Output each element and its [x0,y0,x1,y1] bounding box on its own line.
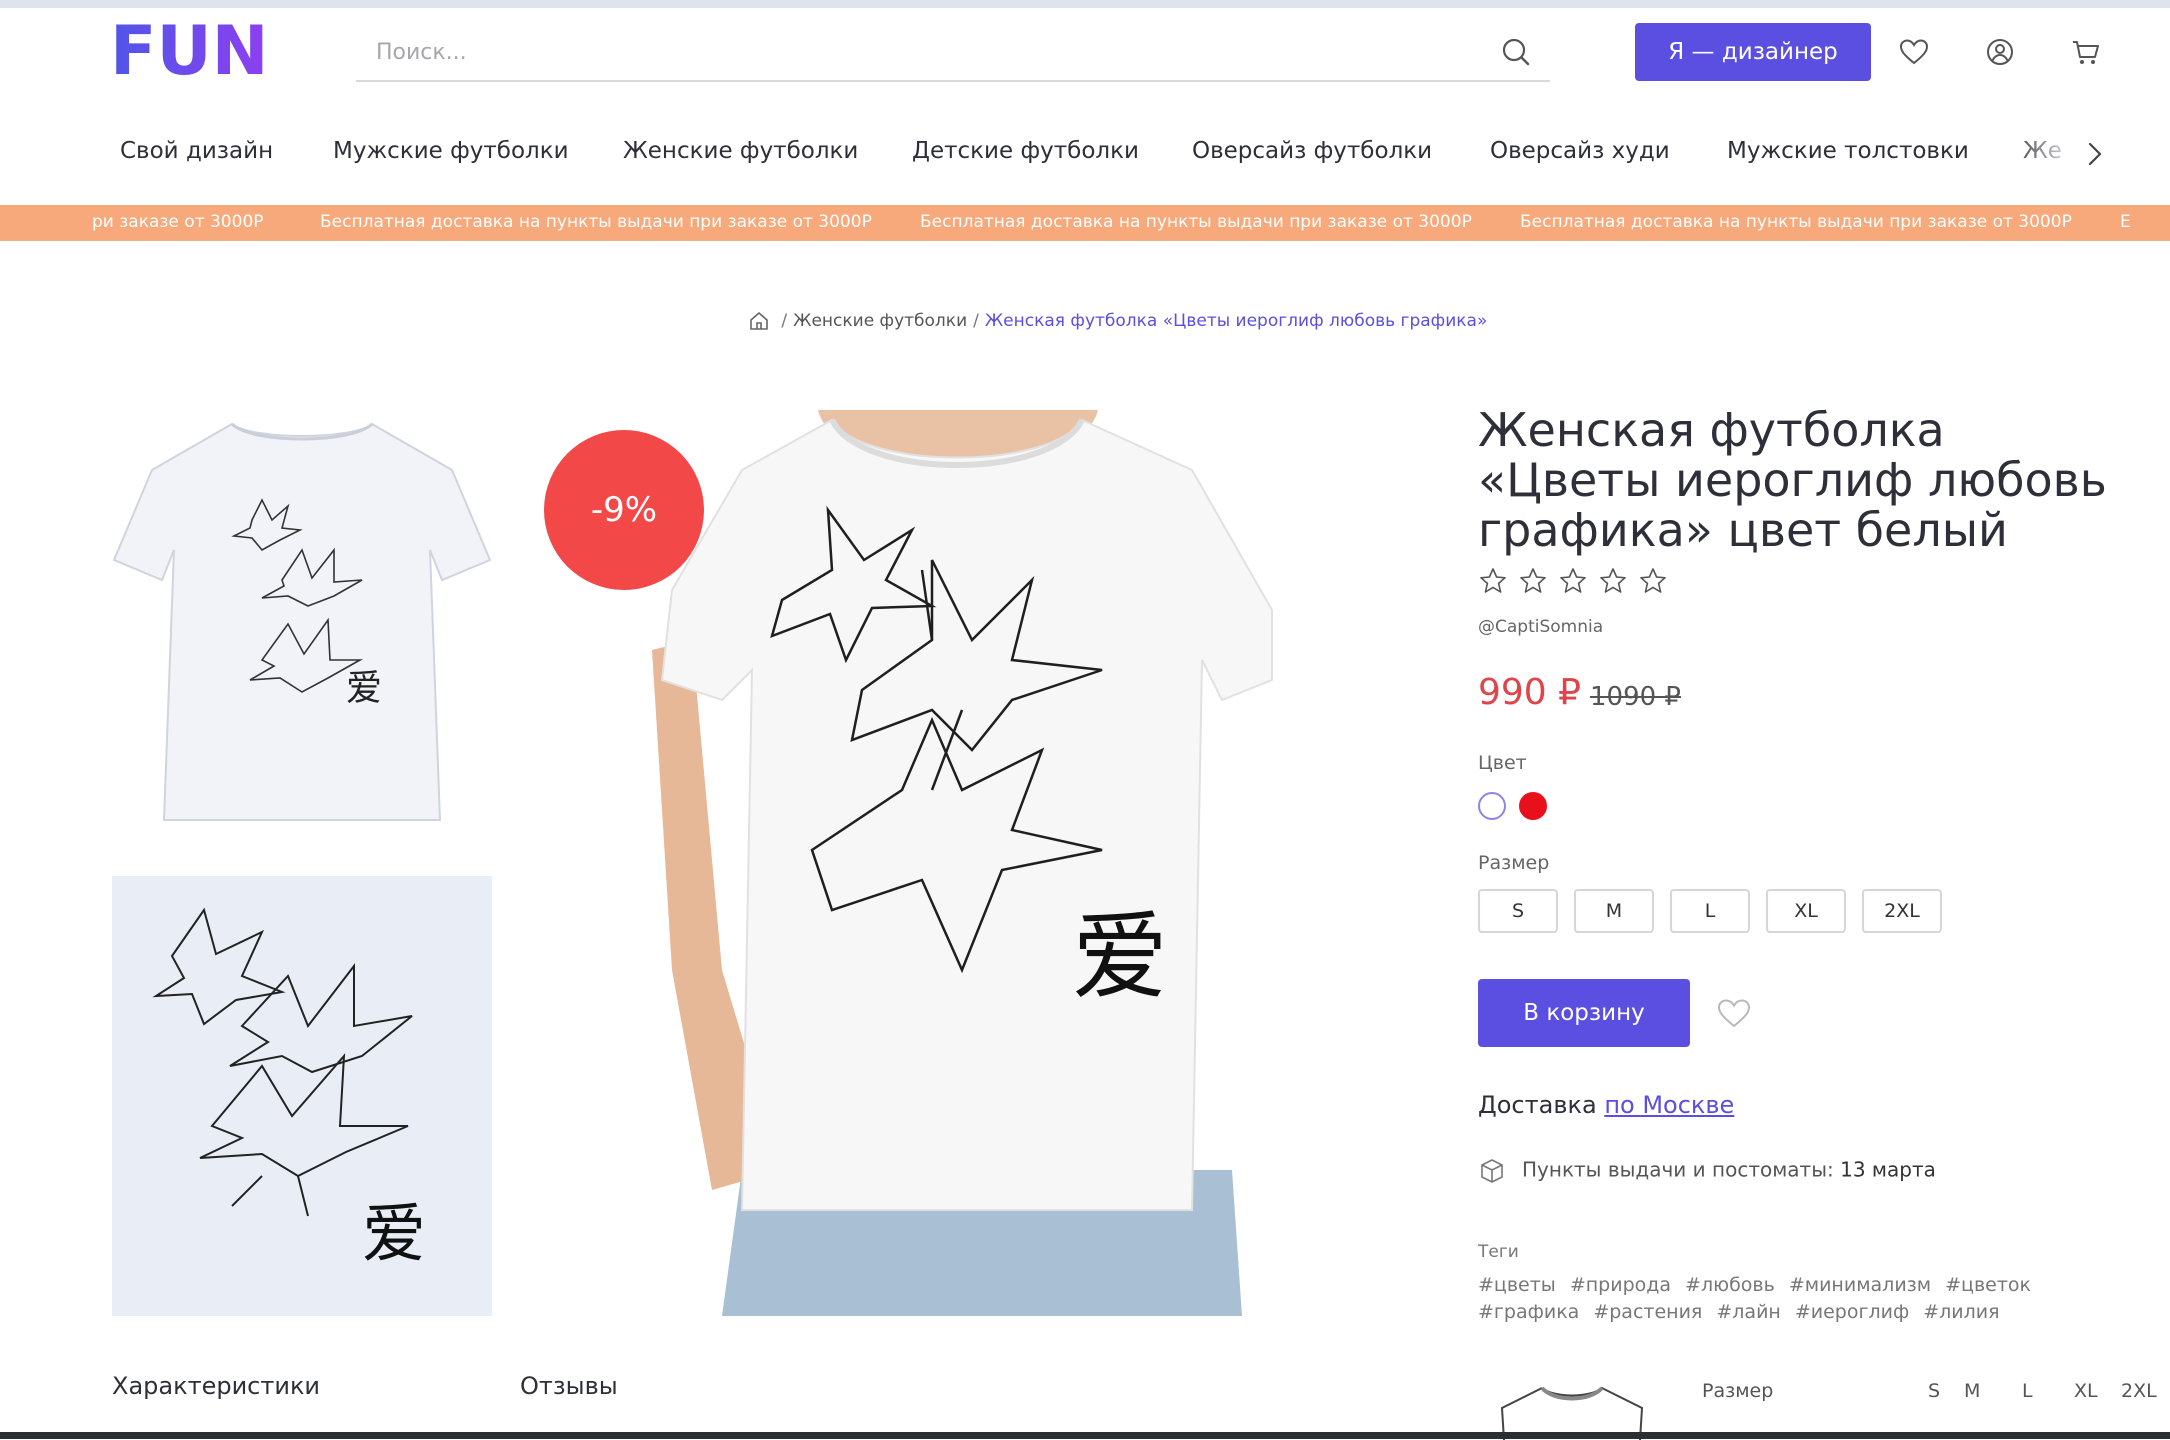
hieroglyph-text: 爱 [346,668,382,709]
pickup-date: 13 марта [1840,1157,1936,1182]
breadcrumb: / Женские футболки / Женская футболка «Цвет… [748,310,1487,340]
chevron-right-icon[interactable] [2076,136,2112,172]
designer-button[interactable]: Я — дизайнер [1635,23,1871,81]
product-title-line: графика» цвет белый [1478,503,2008,557]
size-option-s[interactable]: S [1478,889,1558,933]
discount-badge: -9% [544,430,704,590]
delivery-label: Доставка [1478,1091,1597,1119]
logo[interactable]: FUN [110,20,270,82]
search-bar [356,24,1550,82]
hieroglyph-text: 爱 [362,1198,426,1272]
heart-icon[interactable] [1898,36,1930,68]
price: 990 ₽ [1478,672,1582,713]
size-table-label: Размер [1702,1380,1774,1402]
star-icon[interactable] [1518,566,1548,596]
top-border [0,0,2170,8]
tag-link[interactable]: #графика [1478,1299,1579,1326]
product-title-line: Женская футболка [1478,403,1945,457]
color-swatch-red[interactable] [1519,792,1547,820]
tag-link[interactable]: #лайн [1716,1299,1780,1326]
breadcrumb-current: Женская футболка «Цветы иероглиф любовь … [984,311,1488,331]
tshirt-thumb-image: 爱 [112,422,492,821]
tab-specs[interactable]: Характеристики [112,1372,320,1400]
package-icon [1481,1159,1503,1183]
size-table-col: L [2022,1380,2033,1402]
thumbnail-tshirt[interactable]: 爱 [112,410,492,830]
nav-item-oversize-tshirts[interactable]: Оверсайз футболки [1192,138,1432,164]
hieroglyph-text: 爱 [1072,901,1168,1013]
star-icon[interactable] [1478,566,1508,596]
add-to-cart-button[interactable]: В корзину [1478,979,1690,1047]
size-label: Размер [1478,852,1550,874]
promo-text: Е [2120,212,2131,232]
tag-link[interactable]: #цветы [1478,1272,1556,1299]
size-table-col: 2XL [2121,1380,2157,1402]
tab-reviews[interactable]: Отзывы [520,1372,618,1400]
tag-link[interactable]: #минимализм [1789,1272,1931,1299]
delivery-info: Доставка по Москве [1478,1091,1734,1119]
color-swatch-white[interactable] [1478,792,1506,820]
nav-item-womens-tshirts[interactable]: Женские футболки [623,138,858,164]
cart-icon[interactable] [2070,36,2102,68]
nav-item-mens-tshirts[interactable]: Мужские футболки [333,138,569,164]
product-title-line: «Цветы иероглиф любовь [1478,453,2107,507]
size-option-2xl[interactable]: 2XL [1862,889,1942,933]
size-table-col: S [1928,1380,1941,1402]
color-label: Цвет [1478,752,1527,774]
tag-link[interactable]: #цветок [1945,1272,2031,1299]
search-icon[interactable] [1500,36,1532,68]
user-icon[interactable] [1984,36,2016,68]
main-product-image[interactable]: 爱 [632,410,1312,1316]
home-icon[interactable] [748,310,770,332]
nav-item-own-design[interactable]: Свой дизайн [120,138,273,164]
tags-list: #цветы #природа #любовь #минимализм #цветок#… [1478,1272,2078,1326]
print-thumb-image: 爱 [152,907,426,1272]
main-photo: 爱 [632,410,1312,1316]
product-title: Женская футболка «Цветы иероглиф любовь … [1478,405,2118,555]
tag-link[interactable]: #иероглиф [1795,1299,1909,1326]
designer-author[interactable]: @CaptiSomnia [1478,617,1603,637]
pickup-info: Пункты выдачи и постоматы: 13 марта [1478,1157,1936,1185]
old-price: 1090 ₽ [1590,682,1681,712]
tshirt-outline-icon [1500,1386,1644,1440]
promo-text: Бесплатная доставка на пункты выдачи при… [320,212,872,232]
nav-item-oversize-hoodies[interactable]: Оверсайз худи [1490,138,1670,164]
promo-banner: ри заказе от 3000Р Бесплатная доставка н… [0,205,2170,241]
search-input[interactable] [374,32,1478,72]
size-option-m[interactable]: M [1574,889,1654,933]
logo-text: FUN [110,20,269,82]
heart-icon[interactable] [1716,996,1752,1030]
category-nav: Свой дизайн Мужские футболки Женские фут… [0,130,2170,180]
promo-text: Бесплатная доставка на пункты выдачи при… [1520,212,2072,232]
tag-link[interactable]: #любовь [1685,1272,1775,1299]
window-bottom-edge [0,1432,2170,1439]
size-option-l[interactable]: L [1670,889,1750,933]
star-icon[interactable] [1638,566,1668,596]
tag-link[interactable]: #лилия [1923,1299,1999,1326]
star-icon[interactable] [1598,566,1628,596]
breadcrumb-category[interactable]: Женские футболки [793,311,967,331]
star-icon[interactable] [1558,566,1588,596]
tag-link[interactable]: #растения [1593,1299,1702,1326]
nav-item-mens-sweatshirts[interactable]: Мужские толстовки [1727,138,1969,164]
promo-text: Бесплатная доставка на пункты выдачи при… [920,212,1472,232]
tags-title: Теги [1478,1242,1519,1262]
pickup-label: Пункты выдачи и постоматы: [1522,1157,1834,1182]
size-table-col: M [1964,1380,1981,1402]
rating-stars[interactable] [1478,566,1678,596]
tag-link[interactable]: #природа [1570,1272,1671,1299]
size-option-xl[interactable]: XL [1766,889,1846,933]
nav-fade [2010,130,2080,180]
thumbnail-print[interactable]: 爱 [112,876,492,1316]
delivery-city-link[interactable]: по Москве [1604,1091,1734,1119]
size-table-col: XL [2074,1380,2098,1402]
nav-item-kids-tshirts[interactable]: Детские футболки [912,138,1139,164]
promo-text: ри заказе от 3000Р [92,212,264,232]
